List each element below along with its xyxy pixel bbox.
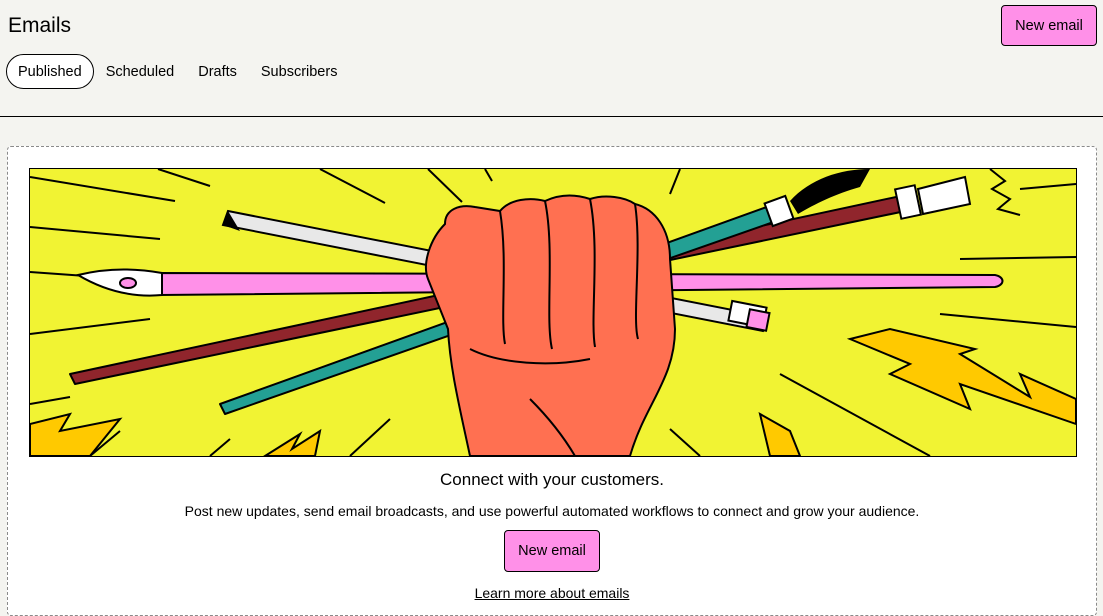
tab-published[interactable]: Published: [6, 54, 94, 89]
learn-more-link[interactable]: Learn more about emails: [475, 585, 630, 601]
fist-illustration: [29, 168, 1077, 457]
tab-drafts[interactable]: Drafts: [186, 54, 249, 89]
new-email-button[interactable]: New email: [1001, 5, 1097, 46]
illustration-graphic: [30, 169, 1076, 456]
page-title: Emails: [8, 14, 72, 37]
empty-state-new-email-button[interactable]: New email: [504, 530, 600, 572]
tab-bar: Published Scheduled Drafts Subscribers: [6, 54, 349, 89]
empty-state-description: Post new updates, send email broadcasts,…: [184, 503, 920, 519]
empty-state-heading: Connect with your customers.: [440, 470, 664, 489]
tab-subscribers[interactable]: Subscribers: [249, 54, 350, 89]
page-header: Emails New email Published Scheduled Dra…: [0, 0, 1103, 117]
empty-state-card: Connect with your customers. Post new up…: [7, 146, 1097, 616]
tab-scheduled[interactable]: Scheduled: [94, 54, 187, 89]
learn-more-container: Learn more about emails: [8, 584, 1096, 602]
